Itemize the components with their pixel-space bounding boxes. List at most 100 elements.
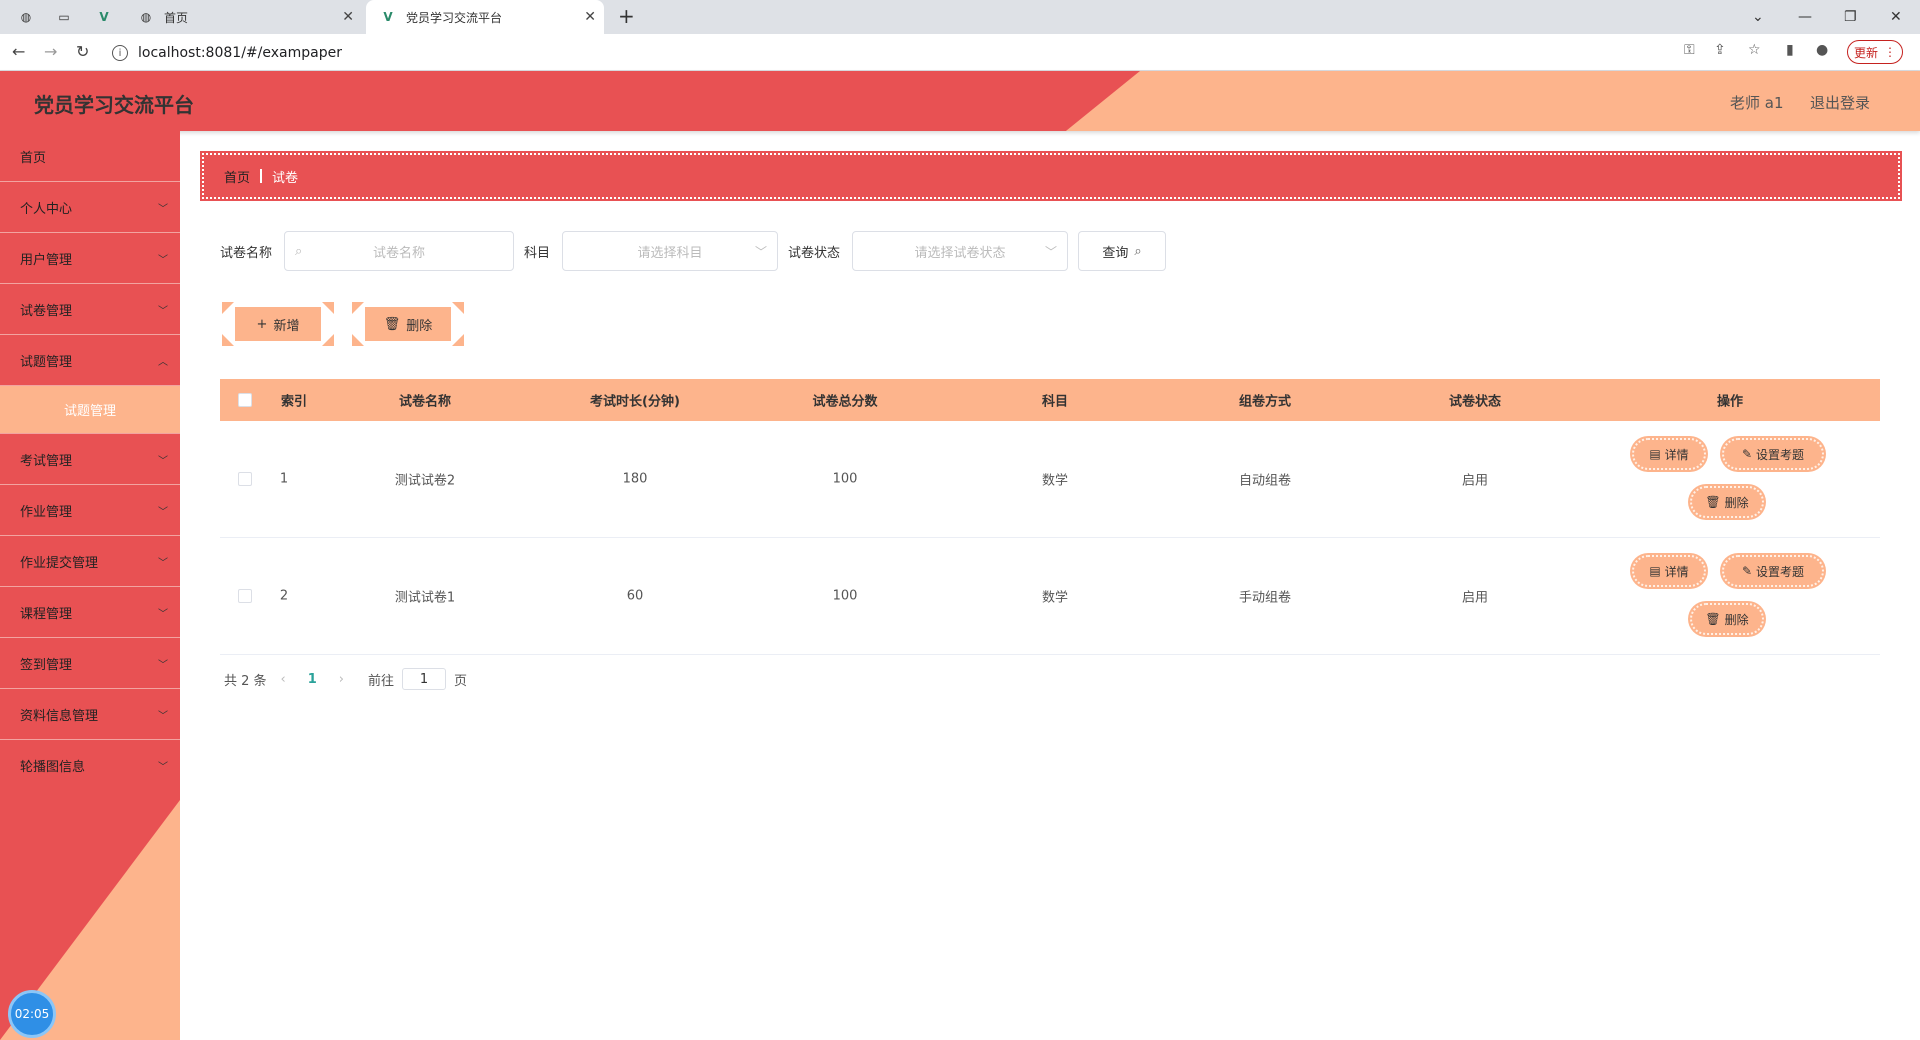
name-input[interactable]: ⌕ 试卷名称: [284, 231, 515, 271]
cell-method: 手动组卷: [1238, 590, 1292, 606]
goto-page-input[interactable]: 1: [402, 668, 447, 690]
cell-index: 1: [279, 471, 289, 487]
trash-icon: 🗑: [1705, 612, 1721, 626]
row-checkbox[interactable]: [238, 589, 252, 603]
query-label: 查询: [1102, 245, 1129, 261]
add-button-body: + 新增: [235, 307, 321, 341]
plus-icon: +: [256, 316, 268, 332]
sidebar-item-carousel[interactable]: 轮播图信息 ﹀: [0, 740, 180, 791]
tab-search-icon[interactable]: ⌄: [1752, 0, 1764, 34]
url-text: localhost:8081/#/exampaper: [138, 45, 342, 61]
sidebar-item-signin[interactable]: 签到管理 ﹀: [0, 638, 180, 689]
minimize-icon[interactable]: —: [1798, 0, 1812, 34]
reload-icon[interactable]: ↻: [76, 42, 89, 61]
sidebar-item-exams[interactable]: 考试管理 ﹀: [0, 434, 180, 485]
url-field[interactable]: i localhost:8081/#/exampaper: [112, 39, 1832, 67]
subject-placeholder: 请选择科目: [637, 245, 703, 261]
delete-button[interactable]: 🗑 删除: [352, 302, 464, 346]
sidebar-item-exampaper[interactable]: 试卷管理 ﹀: [0, 284, 180, 335]
sidepanel-icon[interactable]: ▮: [1786, 42, 1794, 58]
sidebar-item-users[interactable]: 用户管理 ﹀: [0, 233, 180, 284]
breadcrumb-current: 试卷: [272, 170, 299, 186]
subject-select[interactable]: 请选择科目 ﹀: [562, 231, 779, 271]
chevron-down-icon: ﹀: [158, 455, 168, 467]
chevron-down-icon: ﹀: [158, 506, 168, 518]
globe-icon: ◍: [140, 10, 152, 24]
setup-questions-button[interactable]: ✎ 设置考题: [1722, 438, 1824, 470]
new-tab-icon[interactable]: +: [618, 4, 635, 28]
sidebar-item-courses[interactable]: 课程管理 ﹀: [0, 587, 180, 638]
row-delete-label: 删除: [1724, 495, 1749, 510]
share-icon[interactable]: ⇪: [1714, 42, 1726, 58]
detail-button[interactable]: ▤ 详情: [1632, 555, 1706, 587]
breadcrumb-home[interactable]: 首页: [224, 167, 250, 186]
app-title: 党员学习交流平台: [34, 93, 194, 117]
tab-home[interactable]: ◍ 首页 ✕: [134, 0, 362, 34]
tab-pinned-1[interactable]: ◍: [18, 0, 38, 34]
info-icon[interactable]: i: [112, 45, 128, 61]
chevron-right-icon[interactable]: ›: [339, 672, 344, 687]
sidebar-item-homework[interactable]: 作业管理 ﹀: [0, 485, 180, 536]
tab-pinned-3[interactable]: V: [96, 0, 116, 34]
cell-name: 测试试卷2: [394, 473, 456, 489]
page-suffix: 页: [454, 673, 468, 689]
sidebar-item-label: 首页: [20, 150, 47, 166]
sidebar-item-personal[interactable]: 个人中心 ﹀: [0, 182, 180, 233]
star-icon[interactable]: ☆: [1748, 42, 1761, 58]
close-icon[interactable]: ✕: [584, 9, 596, 25]
sidebar-item-label: 资料信息管理: [20, 708, 99, 724]
row-delete-button[interactable]: 🗑 删除: [1690, 486, 1764, 518]
tab-label: 党员学习交流平台: [406, 10, 503, 25]
forward-icon[interactable]: →: [44, 42, 57, 61]
close-icon[interactable]: ✕: [342, 9, 354, 25]
sidebar-item-questions[interactable]: 试题管理 ︿: [0, 335, 180, 386]
chevron-down-icon: ﹀: [158, 557, 168, 569]
breadcrumb: 首页 试卷: [200, 151, 1902, 201]
address-bar: ← → ↻ i localhost:8081/#/exampaper ⚿ ⇪ ☆…: [0, 34, 1920, 71]
exampaper-table: 索引 试卷名称 考试时长(分钟) 试卷总分数 科目 组卷方式 试卷状态 操作 1…: [220, 379, 1880, 655]
row-checkbox[interactable]: [238, 472, 252, 486]
table-header: 索引 试卷名称 考试时长(分钟) 试卷总分数 科目 组卷方式 试卷状态 操作: [220, 379, 1880, 421]
update-button[interactable]: 更新 ⋮: [1847, 40, 1903, 64]
sidebar-item-label: 试卷管理: [20, 303, 73, 319]
delete-label: 删除: [406, 318, 433, 334]
setup-questions-button[interactable]: ✎ 设置考题: [1722, 555, 1824, 587]
sidebar-item-materials[interactable]: 资料信息管理 ﹀: [0, 689, 180, 740]
row-delete-button[interactable]: 🗑 删除: [1690, 603, 1764, 635]
globe-icon: ◍: [20, 10, 32, 24]
col-status: 试卷状态: [1448, 394, 1502, 410]
add-button[interactable]: + 新增: [222, 302, 334, 346]
status-select[interactable]: 请选择试卷状态 ﹀: [852, 231, 1069, 271]
sidebar-item-home[interactable]: 首页: [0, 131, 180, 182]
corner-decoration: [452, 302, 464, 314]
more-icon: ⋮: [1884, 45, 1896, 59]
sidebar-subitem-questions[interactable]: 试题管理: [0, 386, 180, 434]
chevron-left-icon[interactable]: ‹: [281, 672, 286, 687]
back-icon[interactable]: ←: [12, 42, 25, 61]
document-icon: ▤: [1649, 447, 1661, 461]
vue-icon: V: [99, 10, 109, 24]
update-label: 更新: [1853, 45, 1878, 60]
close-window-icon[interactable]: ✕: [1890, 0, 1902, 34]
sidebar-item-label: 试题管理: [20, 354, 73, 370]
query-button[interactable]: 查询 ⌕: [1078, 231, 1167, 271]
corner-decoration: [352, 334, 364, 346]
col-score: 试卷总分数: [812, 394, 878, 410]
page-number[interactable]: 1: [308, 672, 317, 687]
detail-button[interactable]: ▤ 详情: [1632, 438, 1706, 470]
sidebar-item-homework-submit[interactable]: 作业提交管理 ﹀: [0, 536, 180, 587]
tab-label: 首页: [164, 10, 189, 25]
cell-subject: 数学: [1041, 590, 1069, 606]
logout-link[interactable]: 退出登录: [1810, 92, 1870, 113]
restore-icon[interactable]: ❐: [1844, 0, 1857, 34]
edit-icon: ✎: [1741, 447, 1753, 461]
detail-label: 详情: [1664, 564, 1689, 579]
goto-label: 前往: [368, 673, 395, 689]
tab-platform[interactable]: V 党员学习交流平台 ✕: [366, 0, 604, 34]
corner-decoration: [352, 302, 364, 314]
chevron-down-icon: ﹀: [158, 254, 168, 266]
profile-icon[interactable]: ●: [1816, 42, 1828, 58]
key-icon[interactable]: ⚿: [1684, 42, 1695, 58]
select-all-checkbox[interactable]: [238, 393, 252, 407]
tab-pinned-2[interactable]: ▭: [56, 0, 76, 34]
